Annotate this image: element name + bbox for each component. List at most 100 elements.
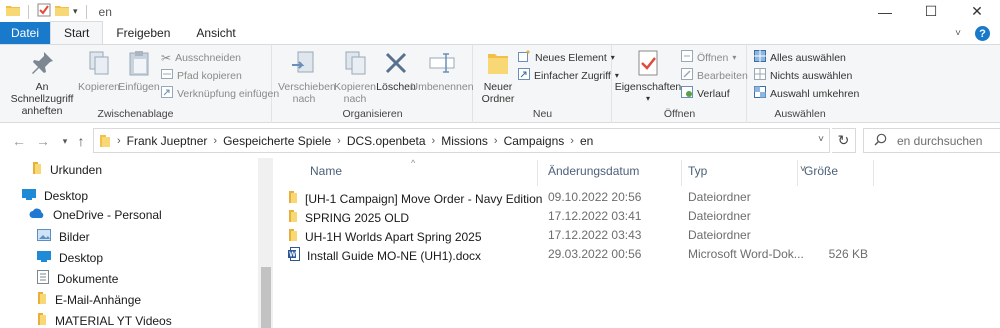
navigation-bar: ← → ▾ ↑ › Frank Jueptner › Gespeicherte … [0, 124, 1000, 158]
address-bar[interactable]: › Frank Jueptner › Gespeicherte Spiele ›… [93, 128, 830, 153]
pictures-icon [37, 229, 51, 244]
column-divider[interactable] [681, 160, 682, 186]
column-header-date[interactable]: Änderungsdatum [548, 164, 639, 178]
new-item-button[interactable]: Neues Element ▾ [518, 49, 615, 66]
file-date-cell: 09.10.2022 20:56 [548, 190, 642, 204]
breadcrumb-separator[interactable]: › [494, 135, 498, 147]
file-name-cell: UH-1H Worlds Apart Spring 2025 [288, 228, 545, 245]
paste-button[interactable]: Einfügen [118, 48, 160, 93]
minimize-button[interactable]: — [862, 0, 908, 23]
column-header-name[interactable]: Name [310, 164, 342, 178]
breadcrumb-separator[interactable]: › [432, 135, 436, 147]
delete-button[interactable]: Löschen [376, 48, 416, 93]
file-row[interactable]: W Install Guide MO-NE (UH1).docx 29.03.2… [288, 245, 868, 264]
breadcrumb-item[interactable]: Campaigns [504, 134, 565, 148]
rename-button[interactable]: Umbenennen [410, 48, 474, 93]
breadcrumb-item[interactable]: DCS.openbeta [347, 134, 426, 148]
edit-button[interactable]: Bearbeiten [681, 67, 748, 84]
nav-item-urkunden[interactable]: Urkunden [32, 161, 102, 178]
pin-icon [32, 52, 53, 74]
desktop-icon [37, 250, 51, 265]
maximize-button[interactable]: ☐ [908, 0, 954, 23]
column-divider[interactable] [797, 160, 798, 186]
breadcrumb-item[interactable]: en [580, 134, 593, 148]
path-icon [161, 69, 173, 82]
breadcrumb-separator[interactable]: › [117, 135, 121, 147]
nav-item-onedrive[interactable]: OneDrive - Personal [29, 208, 162, 222]
new-folder-icon[interactable] [55, 4, 69, 19]
copy-to-button[interactable]: Kopieren nach [331, 48, 379, 105]
cut-button[interactable]: ✂ Ausschneiden [161, 49, 241, 66]
chevron-down-icon: ▾ [62, 135, 68, 146]
new-item-icon [518, 50, 531, 65]
help-icon[interactable]: ? [975, 26, 990, 41]
back-button[interactable]: ← [10, 132, 28, 150]
open-icon [681, 50, 693, 65]
nav-scrollbar-thumb[interactable] [261, 267, 271, 328]
group-new: Neuer Ordner Neues Element ▾ Einfacher Z… [474, 45, 619, 123]
breadcrumb-separator[interactable]: › [570, 135, 574, 147]
up-button[interactable]: ↑ [72, 132, 90, 150]
column-header-type[interactable]: Typ [688, 164, 707, 178]
nav-item-bilder[interactable]: Bilder [37, 229, 90, 244]
breadcrumb-separator[interactable]: › [337, 135, 341, 147]
tab-start[interactable]: Start [50, 21, 104, 44]
dropdown-chevron-icon: ▾ [645, 94, 650, 103]
copy-path-button[interactable]: Pfad kopieren [161, 67, 242, 84]
column-divider[interactable] [873, 160, 874, 186]
properties-check-icon[interactable] [37, 3, 51, 20]
navigation-pane: Urkunden Desktop OneDrive - Personal Bil… [0, 158, 273, 328]
new-folder-button[interactable]: Neuer Ordner [478, 48, 518, 105]
tab-file[interactable]: Datei [0, 22, 50, 44]
file-type-cell: Dateiordner [688, 228, 751, 242]
pin-quick-access-button[interactable]: An Schnellzugriff anheften [5, 48, 79, 117]
tab-share[interactable]: Freigeben [103, 22, 183, 44]
collapse-ribbon-icon[interactable]: ˅ [955, 28, 961, 39]
breadcrumb-separator[interactable]: › [213, 135, 217, 147]
history-button[interactable]: Verlauf [681, 85, 730, 102]
open-button[interactable]: Öffnen ▾ [681, 49, 736, 66]
folder-icon [6, 4, 20, 19]
forward-button[interactable]: → [34, 132, 52, 150]
search-box[interactable]: en durchsuchen [863, 128, 1000, 153]
arrow-right-icon: → [36, 133, 50, 149]
folder-icon [32, 161, 42, 178]
file-row[interactable]: SPRING 2025 OLD 17.12.2022 03:41 Dateior… [288, 207, 868, 226]
quick-access-toolbar: ▾ en [0, 3, 112, 20]
nav-item-desktop[interactable]: Desktop [22, 188, 88, 203]
paste-shortcut-button[interactable]: Verknüpfung einfügen [161, 85, 279, 102]
folder-icon [288, 190, 298, 207]
properties-button[interactable]: Eigenschaften ▾ [615, 48, 681, 105]
column-header-size[interactable]: Größe [804, 164, 838, 178]
breadcrumb-item[interactable]: Frank Jueptner [127, 134, 208, 148]
move-to-button[interactable]: Verschieben nach [277, 48, 336, 105]
nav-item-material-yt[interactable]: MATERIAL YT Videos [37, 312, 172, 328]
nav-item-email-attachments[interactable]: E-Mail-Anhänge [37, 291, 141, 308]
refresh-button[interactable]: ↻ [832, 128, 856, 153]
select-all-button[interactable]: Alles auswählen [754, 49, 846, 66]
breadcrumb-item[interactable]: Gespeicherte Spiele [223, 134, 331, 148]
file-date-cell: 29.03.2022 00:56 [548, 247, 642, 261]
group-select: Alles auswählen Nichts auswählen Auswahl… [748, 45, 859, 123]
close-button[interactable]: ✕ [954, 0, 1000, 23]
breadcrumb-item[interactable]: Missions [441, 134, 488, 148]
file-row[interactable]: UH-1H Worlds Apart Spring 2025 17.12.202… [288, 226, 868, 245]
address-dropdown-icon[interactable]: ˅ [818, 134, 824, 145]
easy-access-button[interactable]: Einfacher Zugriff ▾ [518, 67, 619, 84]
file-row[interactable]: [UH-1 Campaign] Move Order - Navy Editio… [288, 188, 868, 207]
invert-selection-button[interactable]: Auswahl umkehren [754, 85, 859, 102]
folder-icon [288, 228, 298, 245]
file-type-cell: Dateiordner [688, 209, 751, 223]
rename-icon [429, 53, 455, 73]
column-divider[interactable] [537, 160, 538, 186]
nav-item-desktop-onedrive[interactable]: Desktop [37, 250, 103, 265]
group-open: Eigenschaften ▾ Öffnen ▾ Bearbeiten Verl… [613, 45, 748, 123]
copy-button[interactable]: Kopieren [78, 48, 120, 93]
group-clipboard: An Schnellzugriff anheften Kopieren Einf… [0, 45, 279, 123]
history-icon [681, 86, 693, 101]
scissors-icon: ✂ [161, 50, 172, 65]
select-none-button[interactable]: Nichts auswählen [754, 67, 852, 84]
nav-item-dokumente[interactable]: Dokumente [37, 270, 118, 287]
customize-chevron-icon[interactable]: ▾ [73, 6, 78, 17]
tab-view[interactable]: Ansicht [183, 22, 248, 44]
